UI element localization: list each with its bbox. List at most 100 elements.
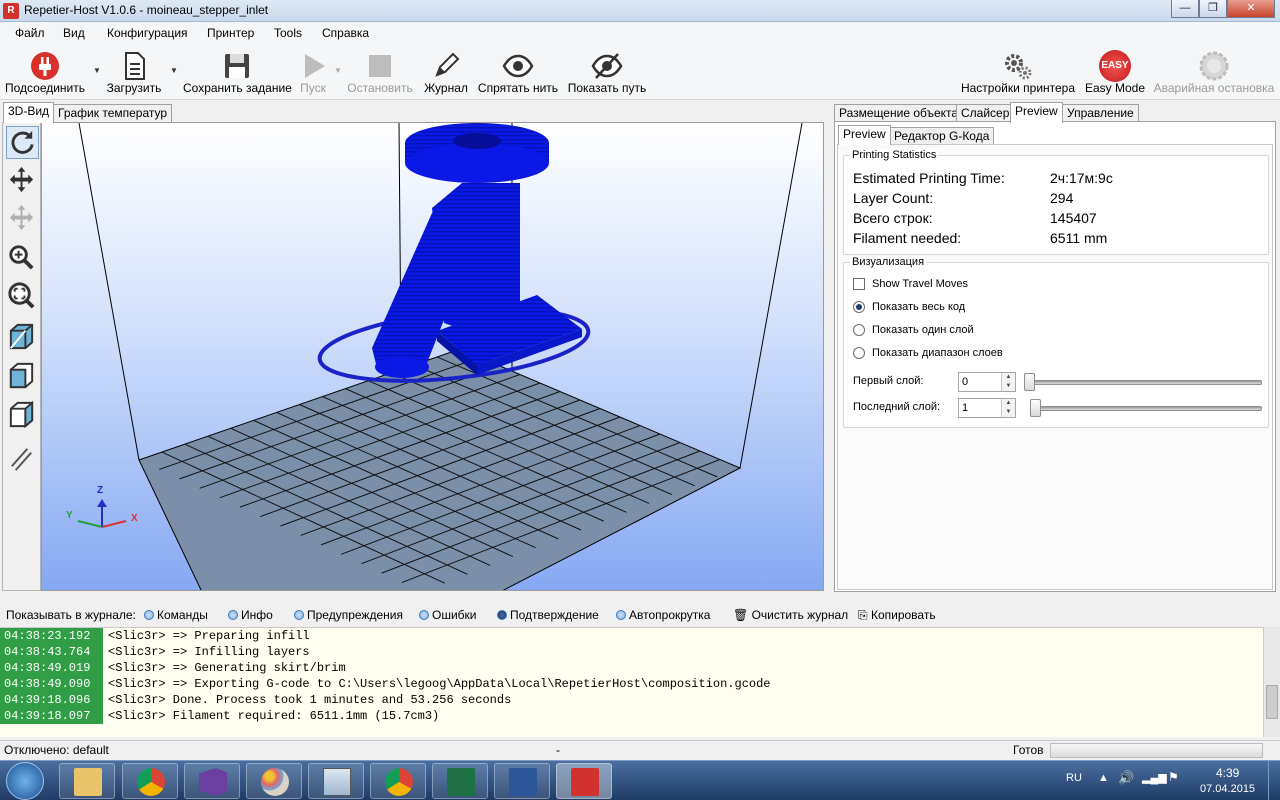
first-layer-spin-icon[interactable]: ▲ ▼: [1001, 373, 1015, 391]
preview-panel: Preview Редактор G-Кода Printing Statist…: [834, 121, 1276, 592]
subtab-gcode-editor[interactable]: Редактор G-Кода: [889, 127, 995, 144]
radio-icon: [228, 610, 238, 620]
menu-tools[interactable]: Tools: [274, 26, 302, 40]
menu-printer[interactable]: Принтер: [207, 26, 254, 40]
first-layer-slider[interactable]: [1028, 380, 1262, 385]
load-dropdown-icon[interactable]: ▼: [170, 66, 178, 75]
tab-preview[interactable]: Preview: [1010, 102, 1063, 123]
tab-temperature-graph[interactable]: График температур: [53, 104, 173, 123]
log-row: 04:39:18.096 <Slic3r> Done. Process took …: [0, 692, 1262, 708]
log-filter-commands[interactable]: Команды: [144, 608, 208, 622]
menu-file[interactable]: Файл: [15, 26, 45, 40]
network-icon[interactable]: ▂▄▆: [1142, 771, 1167, 784]
menu-view[interactable]: Вид: [63, 26, 85, 40]
zoom-fit-icon: [8, 282, 35, 309]
last-layer-spin-icon[interactable]: ▲ ▼: [1001, 399, 1015, 417]
task-word[interactable]: [494, 763, 550, 799]
copy-icon: ⎘: [858, 608, 868, 622]
last-layer-slider[interactable]: [1034, 406, 1262, 411]
radio-show-all[interactable]: [853, 301, 865, 313]
volume-icon[interactable]: 🔊: [1118, 770, 1134, 786]
load-button[interactable]: Загрузить: [104, 46, 164, 98]
chrome-icon: [137, 768, 165, 796]
task-excel[interactable]: [432, 763, 488, 799]
maximize-button[interactable]: ❐: [1199, 0, 1227, 18]
log-area[interactable]: 04:38:23.192 <Slic3r> => Preparing infill…: [0, 627, 1280, 737]
start-orb-icon[interactable]: [6, 762, 44, 800]
log-filter-errors[interactable]: Ошибки: [419, 608, 477, 622]
emergency-stop-button[interactable]: Аварийная остановка: [1152, 46, 1276, 98]
save-job-button[interactable]: Сохранить задание: [183, 46, 292, 98]
hide-filament-button[interactable]: Спрятать нить: [477, 46, 559, 98]
show-path-button[interactable]: Показать путь: [565, 46, 649, 98]
minimize-button[interactable]: —: [1171, 0, 1199, 18]
task-chrome-2[interactable]: [370, 763, 426, 799]
status-bar: Отключено: default - Готов: [0, 740, 1280, 760]
ready-status: Готов: [1013, 743, 1044, 757]
emergency-stop-icon: [1199, 51, 1229, 81]
task-paint[interactable]: [246, 763, 302, 799]
close-button[interactable]: ✕: [1227, 0, 1275, 18]
log-row: 04:39:18.097 <Slic3r> Filament required: …: [0, 708, 1262, 724]
clock-date[interactable]: 07.04.2015: [1200, 783, 1255, 795]
parallel-projection-button[interactable]: [6, 443, 39, 476]
task-repetier-host[interactable]: [556, 763, 612, 799]
stop-button[interactable]: Остановить: [346, 46, 414, 98]
rotate-view-button[interactable]: [6, 126, 39, 159]
axis-z-label: Z: [97, 485, 104, 496]
clock-time[interactable]: 4:39: [1216, 766, 1239, 780]
parallel-lines-icon: [11, 448, 32, 471]
language-indicator[interactable]: RU: [1066, 772, 1082, 784]
log-options-bar: Показывать в журнале: Команды Инфо Преду…: [0, 603, 1280, 627]
task-visual-studio[interactable]: [184, 763, 240, 799]
connect-button[interactable]: Подсоединить: [2, 46, 88, 98]
log-button[interactable]: Журнал: [420, 46, 472, 98]
calculator-icon: [323, 768, 351, 796]
easy-mode-button[interactable]: EASY Easy Mode: [1083, 46, 1147, 98]
start-button[interactable]: Пуск: [295, 46, 331, 98]
move-object-button[interactable]: [6, 202, 39, 235]
log-filter-acknowledge[interactable]: Подтверждение: [497, 608, 599, 622]
copy-log-button[interactable]: ⎘ Копировать: [858, 608, 936, 623]
last-layer-slider-thumb[interactable]: [1030, 399, 1041, 417]
iso-view-button[interactable]: [6, 321, 39, 354]
menu-config[interactable]: Конфигурация: [107, 26, 188, 40]
tray-expand-icon[interactable]: ▲: [1098, 772, 1109, 784]
last-layer-input[interactable]: 1 ▲ ▼: [958, 398, 1016, 418]
trash-icon: 🗑: [733, 608, 749, 622]
show-travel-checkbox[interactable]: [853, 278, 865, 290]
move-view-button[interactable]: [6, 164, 39, 197]
rotate-icon: [11, 130, 34, 154]
show-travel-label: Show Travel Moves: [872, 278, 968, 290]
first-layer-slider-thumb[interactable]: [1024, 373, 1035, 391]
tab-3d-view[interactable]: 3D-Вид: [3, 102, 55, 123]
cube-iso-icon: [9, 323, 34, 350]
first-layer-input[interactable]: 0 ▲ ▼: [958, 372, 1016, 392]
log-filter-info[interactable]: Инфо: [228, 608, 273, 622]
clear-log-button[interactable]: 🗑 Очистить журнал: [733, 608, 848, 622]
radio-single-layer[interactable]: [853, 324, 865, 336]
stat-lines-value: 145407: [1050, 210, 1097, 226]
radio-layer-range[interactable]: [853, 347, 865, 359]
log-autoscroll[interactable]: Автопрокрутка: [616, 608, 710, 622]
task-explorer[interactable]: [59, 763, 115, 799]
menu-help[interactable]: Справка: [322, 26, 369, 40]
task-calculator[interactable]: [308, 763, 364, 799]
start-dropdown-icon[interactable]: ▼: [334, 66, 342, 75]
side-view-button[interactable]: [6, 399, 39, 432]
task-chrome[interactable]: [122, 763, 178, 799]
zoom-button[interactable]: [6, 242, 39, 275]
stat-time-value: 2ч:17м:9с: [1050, 170, 1113, 186]
log-filter-warnings[interactable]: Предупреждения: [294, 608, 403, 622]
subtab-preview[interactable]: Preview: [838, 125, 891, 145]
3d-viewport[interactable]: Z X Y: [41, 122, 824, 591]
log-scroll-thumb[interactable]: [1266, 685, 1278, 719]
printer-settings-button[interactable]: Настройки принтера: [958, 46, 1078, 98]
show-desktop-button[interactable]: [1268, 761, 1280, 800]
action-center-icon[interactable]: ⚑: [1168, 770, 1179, 784]
front-view-button[interactable]: [6, 360, 39, 393]
connect-dropdown-icon[interactable]: ▼: [93, 66, 101, 75]
log-scrollbar[interactable]: [1263, 627, 1280, 737]
fit-view-button[interactable]: [6, 280, 39, 313]
chrome-icon: [385, 768, 413, 796]
